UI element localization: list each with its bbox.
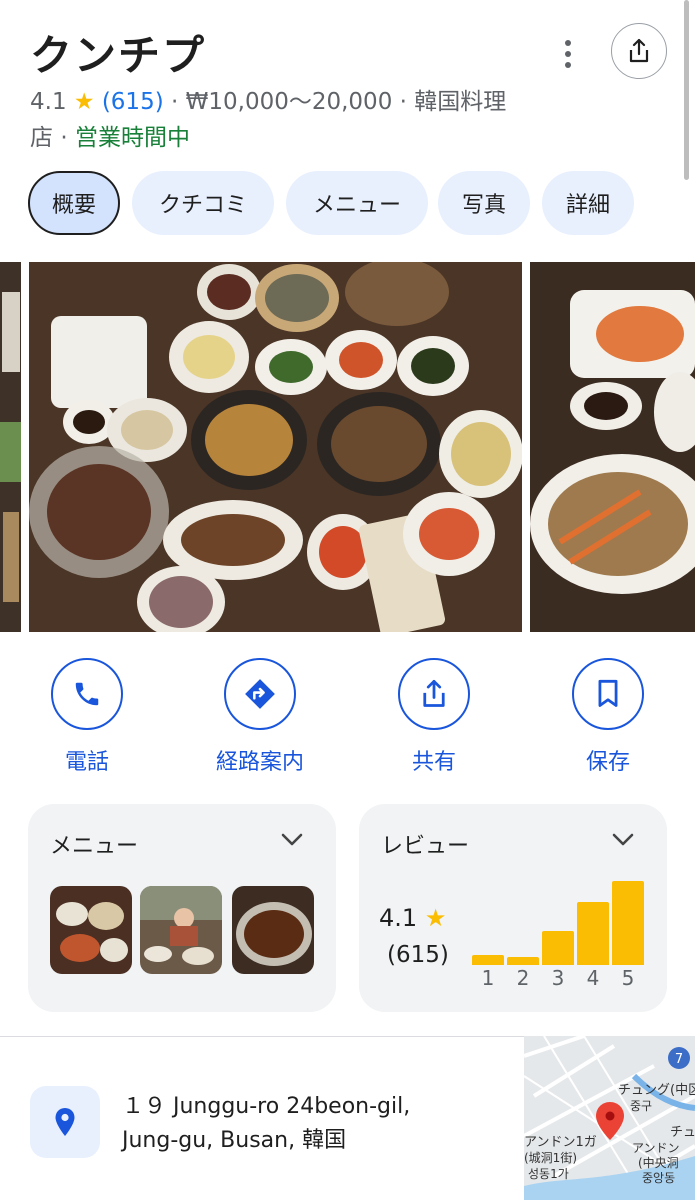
menu-card-title: メニュー: [50, 834, 139, 859]
map-label: 중앙동: [642, 1171, 675, 1185]
tab-menu[interactable]: メニュー: [286, 171, 428, 235]
share-icon: [629, 38, 649, 63]
share-button-top[interactable]: [611, 23, 667, 79]
histogram-label-2: 2: [516, 966, 530, 990]
histogram-label-5: 5: [621, 966, 635, 990]
address-line-1: １９ Junggu-ro 24beon-gil,: [122, 1094, 411, 1119]
tab-photos[interactable]: 写真: [438, 171, 530, 235]
save-label: 保存: [585, 750, 630, 775]
menu-thumbnail[interactable]: [50, 886, 132, 974]
share-button[interactable]: [398, 658, 470, 730]
bookmark-icon: [598, 679, 618, 707]
separator: ·: [60, 125, 68, 151]
separator: ·: [171, 89, 179, 115]
directions-icon: [245, 679, 275, 709]
place-title: クンチプ: [30, 31, 207, 80]
histogram-label-3: 3: [551, 966, 565, 990]
map-label: アンドン: [632, 1141, 680, 1155]
category-suffix: 店: [30, 125, 53, 151]
location-pin-icon: [55, 1108, 75, 1136]
separator: ·: [399, 89, 407, 115]
star-icon: ★: [424, 904, 447, 932]
histogram-bar-5: [612, 881, 644, 965]
save-button[interactable]: [572, 658, 644, 730]
tab-details[interactable]: 詳細: [542, 171, 634, 235]
menu-card[interactable]: メニュー: [28, 804, 336, 1012]
share-action[interactable]: 共有: [374, 658, 494, 776]
review-count-link[interactable]: (615): [102, 89, 164, 115]
price-range: ₩10,000～20,000: [185, 89, 393, 115]
directions-button[interactable]: [224, 658, 296, 730]
histogram-label-4: 4: [586, 966, 600, 990]
chevron-down-icon[interactable]: [611, 832, 635, 848]
more-options-icon[interactable]: [552, 36, 584, 72]
photo-main[interactable]: [29, 262, 522, 632]
address-icon-box: [30, 1086, 100, 1158]
map-label: (中央洞: [638, 1155, 679, 1170]
histogram-bar-4: [577, 902, 609, 965]
rating-value: 4.1: [379, 904, 418, 932]
review-card-count: (615): [387, 942, 449, 968]
histogram-bar-3: [542, 931, 574, 965]
phone-icon: [75, 682, 99, 706]
map-label: 성동1가: [528, 1167, 569, 1181]
review-card-title: レビュー: [381, 834, 470, 859]
directions-action[interactable]: 経路案内: [200, 658, 320, 776]
call-action[interactable]: 電話: [27, 658, 147, 776]
rating-value: 4.1: [30, 89, 67, 115]
histogram-label-1: 1: [481, 966, 495, 990]
address-text[interactable]: １９ Junggu-ro 24beon-gil, Jung-gu, Busan,…: [122, 1090, 410, 1158]
route-badge: 7: [675, 1052, 683, 1067]
scrollbar[interactable]: [684, 0, 689, 180]
histogram-bar-1: [472, 955, 504, 965]
map-label: 중구: [630, 1099, 652, 1113]
map-label: アンドン1ガ: [524, 1135, 597, 1150]
menu-thumbnail[interactable]: [140, 886, 222, 974]
tab-overview[interactable]: 概要: [28, 171, 120, 235]
share-label: 共有: [411, 750, 456, 775]
review-card-rating: 4.1 ★: [379, 904, 446, 932]
map-label: (城洞1街): [524, 1151, 577, 1165]
share-icon: [423, 679, 445, 707]
photo-right-partial[interactable]: [530, 262, 695, 632]
chevron-down-icon[interactable]: [280, 832, 304, 848]
open-status: 営業時間中: [74, 125, 190, 151]
tab-reviews[interactable]: クチコミ: [132, 171, 274, 235]
photo-left-partial[interactable]: [0, 262, 21, 632]
place-info: 4.1 ★ (615) · ₩10,000～20,000 · 韓国料理 店 · …: [30, 84, 570, 156]
menu-thumbnail[interactable]: [232, 886, 314, 974]
map-preview[interactable]: 7 チュング(中区 중구 アンドン1ガ (城洞1街) 성동1가 チュ アンドン …: [524, 1036, 695, 1200]
histogram-bar-2: [507, 957, 539, 965]
map-label: チュング(中区: [618, 1083, 695, 1098]
star-icon: ★: [73, 89, 95, 115]
call-label: 電話: [64, 750, 109, 775]
directions-label: 経路案内: [215, 750, 304, 775]
address-line-2: Jung-gu, Busan, 韓国: [122, 1128, 347, 1153]
category: 韓国料理: [414, 89, 507, 115]
map-label: チュ: [670, 1125, 695, 1140]
call-button[interactable]: [51, 658, 123, 730]
save-action[interactable]: 保存: [548, 658, 668, 776]
